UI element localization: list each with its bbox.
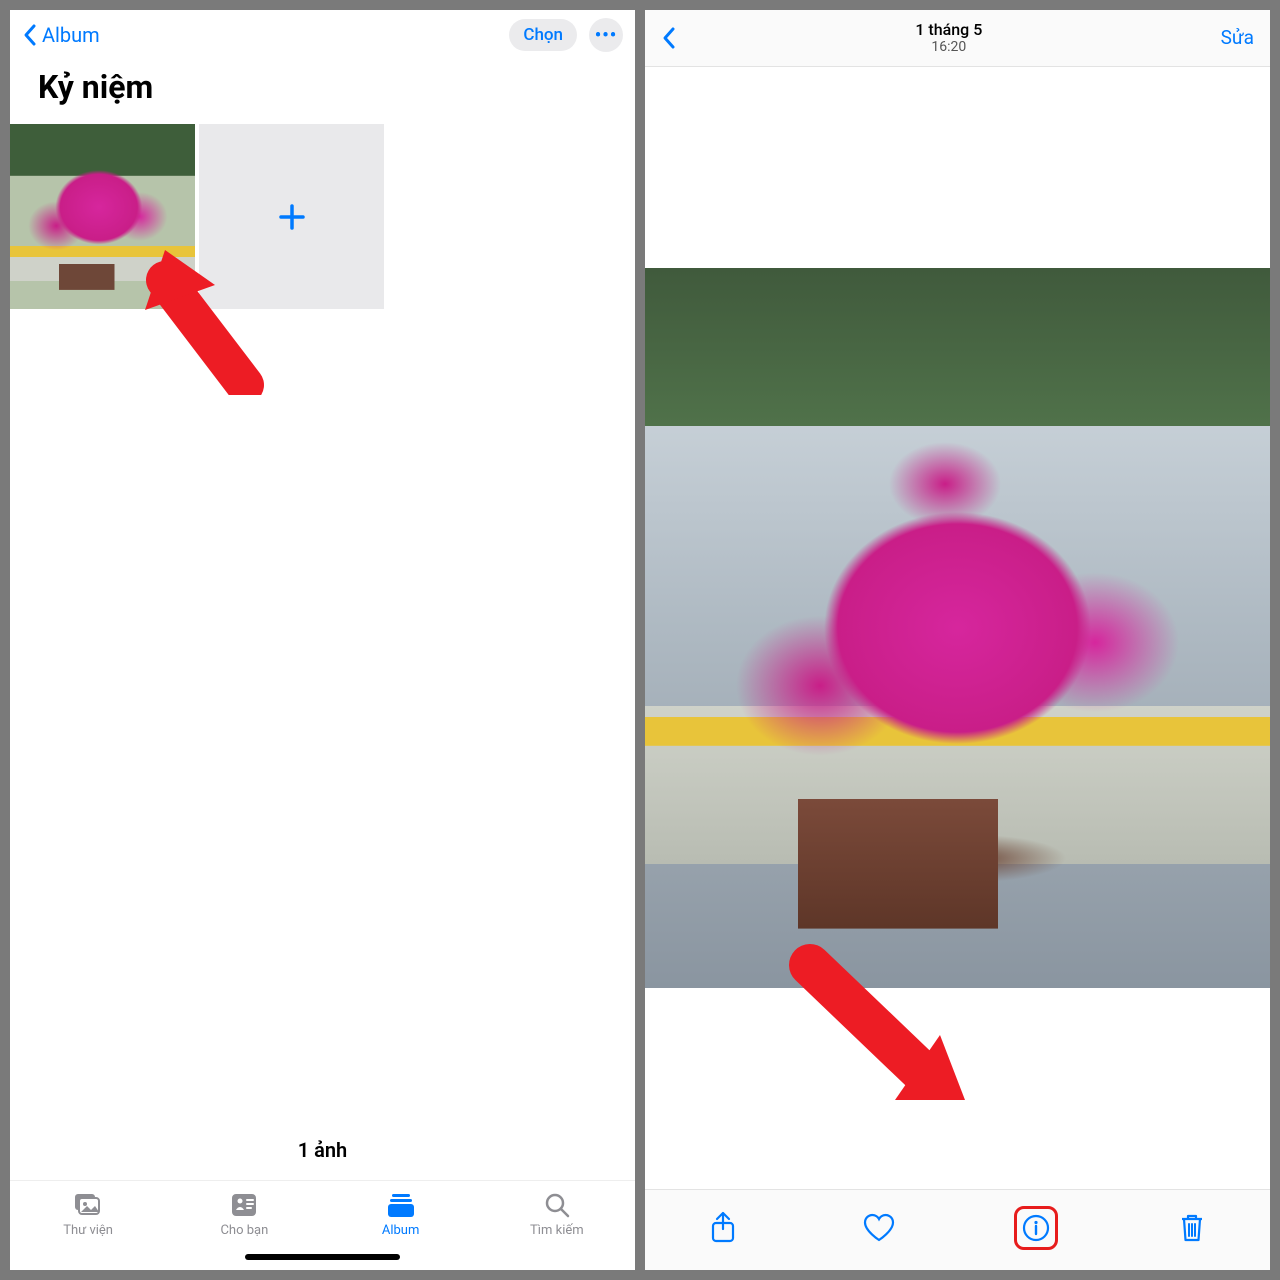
delete-button[interactable]: [1114, 1206, 1270, 1250]
annotation-arrow-info: [785, 940, 985, 1120]
select-button[interactable]: Chọn: [509, 19, 577, 51]
photo-count-label: 1 ảnh: [10, 1124, 635, 1180]
phone-right-photo-view: 1 tháng 5 16:20 Sửa: [645, 10, 1270, 1270]
info-button[interactable]: [958, 1206, 1114, 1250]
annotation-arrow-thumbnail: [130, 235, 280, 395]
tab-library-label: Thư viện: [63, 1223, 113, 1238]
more-button[interactable]: •••: [589, 18, 623, 52]
back-button[interactable]: Album: [42, 23, 100, 47]
search-icon: [542, 1191, 572, 1219]
displayed-photo: [645, 268, 1270, 988]
plus-icon: [277, 202, 307, 232]
tab-search-label: Tìm kiếm: [530, 1223, 584, 1238]
share-button[interactable]: [645, 1206, 801, 1250]
library-icon: [73, 1191, 103, 1219]
trash-icon: [1178, 1212, 1206, 1244]
thumbnail-grid: [10, 124, 635, 309]
ellipsis-icon: •••: [595, 25, 617, 46]
photo-date: 1 tháng 5: [915, 20, 982, 39]
tab-album[interactable]: Album: [323, 1191, 479, 1238]
tab-album-label: Album: [382, 1223, 420, 1238]
info-icon: [1014, 1206, 1058, 1250]
photo-nav-bar: 1 tháng 5 16:20 Sửa: [645, 10, 1270, 67]
share-icon: [709, 1211, 737, 1245]
album-icon: [386, 1191, 416, 1219]
tab-foryou[interactable]: Cho bạn: [166, 1191, 322, 1238]
heart-icon: [862, 1213, 896, 1243]
tab-foryou-label: Cho bạn: [220, 1223, 268, 1238]
foryou-icon: [229, 1191, 259, 1219]
photo-toolbar: [645, 1189, 1270, 1270]
tab-bar: Thư viện Cho bạn Album Tìm kiếm: [10, 1180, 635, 1242]
tab-search[interactable]: Tìm kiếm: [479, 1191, 635, 1238]
favorite-button[interactable]: [801, 1206, 957, 1250]
home-indicator[interactable]: [245, 1254, 400, 1260]
tab-library[interactable]: Thư viện: [10, 1191, 166, 1238]
back-chevron-icon[interactable]: [22, 23, 38, 47]
navigation-bar: Album Chọn •••: [10, 10, 635, 60]
phone-left-album-view: Album Chọn ••• Kỷ niệm 1 ảnh: [10, 10, 635, 1270]
back-button[interactable]: [661, 26, 677, 50]
photo-time: 16:20: [931, 39, 966, 56]
edit-button[interactable]: Sửa: [1221, 26, 1254, 49]
album-title: Kỷ niệm: [10, 60, 635, 124]
photo-date-header: 1 tháng 5 16:20: [677, 20, 1221, 56]
